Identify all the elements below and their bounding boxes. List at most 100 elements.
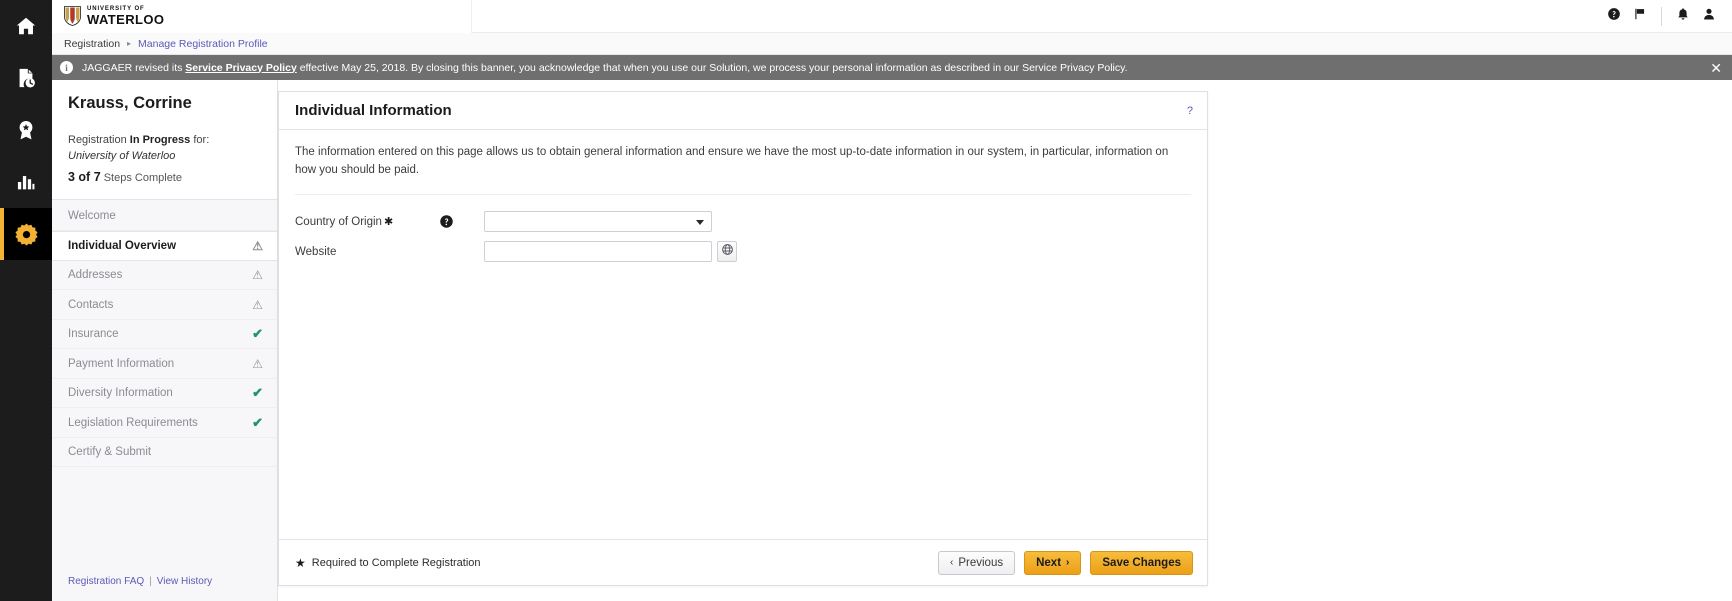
sidebar-item-diversity-information[interactable]: Diversity Information ✔ <box>52 379 277 409</box>
organization-name: University of Waterloo <box>68 149 176 162</box>
waterloo-logo[interactable]: UNIVERSITY OF WATERLOO <box>52 0 472 33</box>
label-text: Website <box>295 245 337 258</box>
check-icon: ✔ <box>252 326 263 342</box>
step-label: Addresses <box>68 269 123 282</box>
status-suffix: for: <box>190 134 210 146</box>
profile-button[interactable] <box>1696 0 1722 33</box>
field-row-website: Website <box>295 237 1191 267</box>
rail-item-supplier[interactable] <box>0 104 52 156</box>
sidebar-item-welcome[interactable]: Welcome <box>52 202 277 232</box>
previous-button[interactable]: ‹ Previous <box>938 550 1016 575</box>
website-input[interactable] <box>484 241 712 263</box>
check-icon: ✔ <box>252 414 263 430</box>
help-question-icon[interactable]: ? <box>1187 105 1193 117</box>
status-prefix: Registration <box>68 134 130 146</box>
steps-count: 3 of 7 <box>68 169 101 184</box>
page-title: Individual Information <box>295 102 452 119</box>
chevron-left-icon: ‹ <box>950 557 954 568</box>
website-label: Website <box>295 246 425 258</box>
save-changes-button[interactable]: Save Changes <box>1090 550 1193 575</box>
logo-line-big: WATERLOO <box>87 12 165 27</box>
breadcrumb: Registration ▸ Manage Registration Profi… <box>52 33 1732 55</box>
chevron-down-icon <box>696 219 704 225</box>
close-icon[interactable]: ✕ <box>1696 61 1722 75</box>
warning-icon: ⚠ <box>252 297 263 312</box>
registration-status: Registration In Progress for: University… <box>52 125 277 200</box>
warning-icon: ⚠ <box>252 356 263 371</box>
next-label: Next <box>1036 556 1062 569</box>
privacy-banner: i JAGGAER revised its Service Privacy Po… <box>52 55 1732 80</box>
waterloo-wordmark: UNIVERSITY OF WATERLOO <box>87 6 164 26</box>
rail-item-reporting[interactable] <box>0 156 52 208</box>
banner-text-before: JAGGAER revised its <box>82 61 186 74</box>
service-privacy-policy-link[interactable]: Service Privacy Policy <box>185 62 297 74</box>
required-star-icon: ✱ <box>383 216 394 229</box>
supplier-badge-icon <box>15 119 37 141</box>
top-header-bar: UNIVERSITY OF WATERLOO <box>52 0 1732 33</box>
notifications-button[interactable] <box>1670 0 1696 33</box>
left-icon-rail <box>0 0 52 601</box>
registration-steps-list: Welcome Individual Overview ⚠ Addresses … <box>52 200 277 468</box>
country-of-origin-select[interactable] <box>484 211 712 233</box>
steps-complete-label: Steps Complete <box>103 171 182 184</box>
registration-side-panel: Krauss, Corrine Registration In Progress… <box>52 80 278 601</box>
step-label: Welcome <box>68 210 116 223</box>
card-header: Individual Information ? <box>279 92 1207 130</box>
warning-icon: ⚠ <box>252 239 263 254</box>
sidebar-item-legislation-requirements[interactable]: Legislation Requirements ✔ <box>52 408 277 438</box>
label-text: Country of Origin <box>295 216 382 229</box>
sidebar-item-individual-overview[interactable]: Individual Overview ⚠ <box>52 231 277 261</box>
check-icon: ✔ <box>252 385 263 401</box>
country-of-origin-label: Country of Origin ✱ <box>295 215 425 228</box>
banner-text-after: effective May 25, 2018. By closing this … <box>296 61 1128 74</box>
step-label: Diversity Information <box>68 387 173 400</box>
bell-icon <box>1676 7 1690 26</box>
sidebar-item-certify-submit[interactable]: Certify & Submit <box>52 438 277 468</box>
sidebar-item-contacts[interactable]: Contacts ⚠ <box>52 290 277 320</box>
supplier-name: Krauss, Corrine <box>52 80 277 125</box>
next-button[interactable]: Next › <box>1024 550 1082 575</box>
status-state: In Progress <box>129 134 191 146</box>
help-button[interactable] <box>1601 0 1627 33</box>
status-line: Registration In Progress for: <box>68 133 261 149</box>
website-preview-button[interactable] <box>717 241 737 263</box>
links-separator: | <box>149 576 152 587</box>
flag-icon <box>1633 7 1647 26</box>
topbar-divider <box>1661 6 1662 26</box>
application-window: UNIVERSITY OF WATERLOO Registration ▸ Ma… <box>0 0 1732 601</box>
required-legend: ★ Required to Complete Registration <box>295 556 481 570</box>
registration-faq-link[interactable]: Registration FAQ <box>68 576 144 587</box>
breadcrumb-current[interactable]: Manage Registration Profile <box>138 38 268 50</box>
required-legend-text: Required to Complete Registration <box>311 556 481 569</box>
rail-item-home[interactable] <box>0 0 52 52</box>
view-history-link[interactable]: View History <box>157 576 212 587</box>
country-help-icon[interactable] <box>439 214 454 229</box>
sidebar-item-payment-information[interactable]: Payment Information ⚠ <box>52 349 277 379</box>
step-label: Insurance <box>68 328 119 341</box>
rail-item-administer[interactable] <box>0 208 52 260</box>
info-icon: i <box>60 61 73 74</box>
breadcrumb-root[interactable]: Registration <box>64 38 120 50</box>
gear-icon <box>14 222 39 247</box>
topbar-icon-group <box>1601 0 1732 33</box>
bookmarks-button[interactable] <box>1627 0 1653 33</box>
orders-icon <box>15 67 37 89</box>
sidebar-item-insurance[interactable]: Insurance ✔ <box>52 320 277 350</box>
waterloo-shield-icon <box>64 6 81 26</box>
field-row-country-of-origin: Country of Origin ✱ <box>295 207 1191 237</box>
save-label: Save Changes <box>1102 556 1181 569</box>
chevron-right-icon: › <box>1066 557 1070 568</box>
sidebar-item-addresses[interactable]: Addresses ⚠ <box>52 261 277 291</box>
card-footer: ★ Required to Complete Registration ‹ Prev… <box>279 539 1207 585</box>
warning-icon: ⚠ <box>252 268 263 283</box>
step-label: Payment Information <box>68 357 175 370</box>
user-icon <box>1702 7 1716 26</box>
home-icon <box>15 15 37 37</box>
rail-item-orders[interactable] <box>0 52 52 104</box>
panel-footer-links: Registration FAQ | View History <box>52 576 278 587</box>
steps-progress: 3 of 7 Steps Complete <box>68 168 261 187</box>
card-description: The information entered on this page all… <box>295 130 1191 195</box>
step-label: Contacts <box>68 298 114 311</box>
help-icon <box>1607 7 1621 26</box>
globe-icon <box>721 243 734 261</box>
